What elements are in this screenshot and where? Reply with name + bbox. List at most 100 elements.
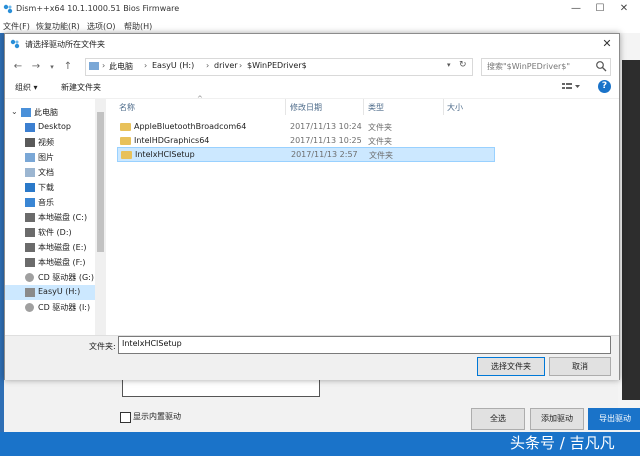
cd-drive-icon <box>25 303 34 312</box>
breadcrumb-separator-icon: › <box>144 61 148 70</box>
breadcrumb-driver[interactable]: driver <box>214 61 238 70</box>
tree-item-drive-d[interactable]: 软件 (D:) <box>5 225 95 240</box>
tree-item-music[interactable]: 音乐 <box>5 195 95 210</box>
drive-icon <box>25 213 35 222</box>
address-dropdown-icon[interactable]: ▾ <box>447 61 451 69</box>
tree-label: 文档 <box>38 168 54 177</box>
tree-item-this-pc[interactable]: ⌄ 此电脑 <box>5 105 95 120</box>
minimize-button[interactable]: — <box>566 2 586 16</box>
show-builtin-drivers-checkbox[interactable] <box>120 412 131 423</box>
app-icon <box>3 4 13 14</box>
file-name: IntelxHCISetup <box>135 150 195 159</box>
column-divider[interactable] <box>363 99 364 115</box>
refresh-icon[interactable]: ↻ <box>459 60 467 70</box>
drive-icon <box>25 243 35 252</box>
column-header-date[interactable]: 修改日期 <box>290 102 322 113</box>
cancel-button[interactable]: 取消 <box>549 357 611 376</box>
navigation-pane: ⌄ 此电脑 Desktop 视频 图片 文档 下载 音乐 本地磁盘 (C:) 软… <box>5 99 106 335</box>
tree-item-cd-i[interactable]: CD 驱动器 (I:) <box>5 300 95 315</box>
tree-item-drive-c[interactable]: 本地磁盘 (C:) <box>5 210 95 225</box>
dialog-title: 请选择驱动所在文件夹 <box>25 40 105 49</box>
tree-label: 本地磁盘 (F:) <box>38 258 86 267</box>
maximize-button[interactable]: ☐ <box>590 2 610 16</box>
close-window-button[interactable]: ✕ <box>614 2 634 16</box>
tree-item-documents[interactable]: 文档 <box>5 165 95 180</box>
tree-item-videos[interactable]: 视频 <box>5 135 95 150</box>
tree-label: 下载 <box>38 183 54 192</box>
breadcrumb-this-pc[interactable]: 此电脑 <box>109 61 133 72</box>
video-icon <box>25 138 35 147</box>
tree-item-pictures[interactable]: 图片 <box>5 150 95 165</box>
tree-label: 音乐 <box>38 198 54 207</box>
search-icon[interactable] <box>595 60 607 72</box>
folder-input[interactable] <box>118 336 611 354</box>
tree-label: Desktop <box>38 122 71 131</box>
file-date: 2017/11/13 10:24 <box>290 122 362 131</box>
tree-item-easyu-h[interactable]: EasyU (H:) <box>5 285 95 300</box>
select-folder-button[interactable]: 选择文件夹 <box>477 357 545 376</box>
file-type: 文件夹 <box>369 151 393 160</box>
help-icon[interactable]: ? <box>598 80 611 93</box>
organize-menu[interactable]: 组织 ▾ <box>15 82 38 93</box>
tree-item-downloads[interactable]: 下载 <box>5 180 95 195</box>
dialog-app-icon <box>10 39 20 49</box>
music-icon <box>25 198 35 207</box>
export-driver-button[interactable]: 导出驱动 <box>588 408 640 430</box>
file-row[interactable]: IntelHDGraphics64 2017/11/13 10:25 文件夹 <box>117 134 493 147</box>
menu-help[interactable]: 帮助(H) <box>124 21 152 32</box>
add-driver-button[interactable]: 添加驱动 <box>530 408 584 430</box>
sort-indicator-icon: ^ <box>197 95 203 103</box>
menu-file[interactable]: 文件(F) <box>3 21 30 32</box>
tree-label: EasyU (H:) <box>38 287 81 296</box>
column-header-size[interactable]: 大小 <box>447 102 463 113</box>
file-type: 文件夹 <box>368 137 392 146</box>
file-type: 文件夹 <box>368 123 392 132</box>
drive-icon <box>25 258 35 267</box>
breadcrumb-separator-icon: › <box>239 61 243 70</box>
desktop-icon <box>25 123 35 132</box>
tree-item-drive-e[interactable]: 本地磁盘 (E:) <box>5 240 95 255</box>
breadcrumb-separator-icon: › <box>206 61 210 70</box>
menu-options[interactable]: 选项(O) <box>87 21 116 32</box>
breadcrumb-easyu[interactable]: EasyU (H:) <box>152 61 194 70</box>
tree-label: CD 驱动器 (I:) <box>38 303 91 312</box>
cd-drive-icon <box>25 273 34 282</box>
tree-label: 视频 <box>38 138 54 147</box>
driver-detail-box <box>122 378 320 397</box>
tree-label: 图片 <box>38 153 54 162</box>
view-options-icon[interactable] <box>561 81 581 93</box>
tree-label: 本地磁盘 (E:) <box>38 243 87 252</box>
main-window-title: Dism++x64 10.1.1000.51 Bios Firmware <box>16 4 180 13</box>
new-folder-button[interactable]: 新建文件夹 <box>61 82 101 93</box>
select-all-button[interactable]: 全选 <box>471 408 525 430</box>
drive-icon <box>25 228 35 237</box>
usb-drive-icon <box>25 288 35 297</box>
column-header-type[interactable]: 类型 <box>368 102 384 113</box>
recent-locations-chevron-icon[interactable]: ▾ <box>45 60 59 74</box>
breadcrumb-winpedriver[interactable]: $WinPEDriver$ <box>247 61 307 70</box>
folder-picker-dialog: 请选择驱动所在文件夹 ✕ ← → ▾ ↑ › 此电脑 › EasyU (H:) … <box>4 33 620 380</box>
tree-item-desktop[interactable]: Desktop <box>5 120 95 135</box>
tree-item-drive-f[interactable]: 本地磁盘 (F:) <box>5 255 95 270</box>
tree-label: 此电脑 <box>34 108 58 117</box>
dialog-close-button[interactable]: ✕ <box>599 36 615 52</box>
address-folder-icon <box>89 62 99 70</box>
expand-chevron-icon[interactable]: ⌄ <box>11 107 18 116</box>
folder-icon <box>120 123 131 131</box>
forward-arrow-icon[interactable]: → <box>29 60 43 74</box>
main-right-panel <box>622 60 640 400</box>
file-name: IntelHDGraphics64 <box>134 136 210 145</box>
navigation-scroll-thumb[interactable] <box>97 112 104 252</box>
file-row-selected[interactable]: IntelxHCISetup 2017/11/13 2:57 文件夹 <box>117 147 495 162</box>
tree-item-cd-g[interactable]: CD 驱动器 (G:) <box>5 270 95 285</box>
column-divider[interactable] <box>285 99 286 115</box>
back-arrow-icon[interactable]: ← <box>11 60 25 74</box>
file-date: 2017/11/13 10:25 <box>290 136 362 145</box>
tree-label: 本地磁盘 (C:) <box>38 213 88 222</box>
menu-restore[interactable]: 恢复功能(R) <box>36 21 80 32</box>
tree-label: CD 驱动器 (G:) <box>38 273 94 282</box>
column-divider[interactable] <box>443 99 444 115</box>
up-arrow-icon[interactable]: ↑ <box>61 60 75 74</box>
file-row[interactable]: AppleBluetoothBroadcom64 2017/11/13 10:2… <box>117 120 493 133</box>
column-header-name[interactable]: 名称 <box>119 102 135 113</box>
